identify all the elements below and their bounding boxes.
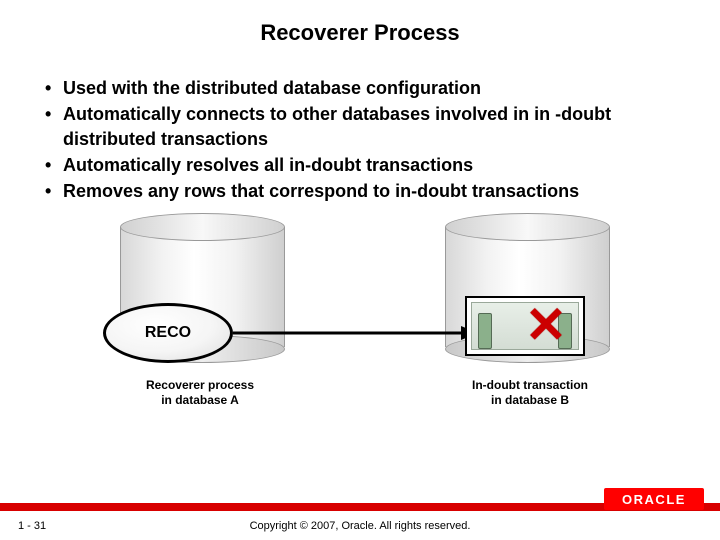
slide-title: Recoverer Process [0,0,720,76]
caption-database-b: In-doubt transaction in database B [440,378,620,407]
arrow-icon [233,323,478,343]
caption-line: Recoverer process [146,378,254,392]
bullet-item: Automatically connects to other database… [45,102,675,151]
reco-label: RECO [145,324,191,342]
caption-line: in database B [491,393,569,407]
bullet-item: Used with the distributed database confi… [45,76,675,100]
caption-line: in database A [161,393,239,407]
caption-database-a: Recoverer process in database A [110,378,290,407]
server-icon [478,313,492,349]
caption-line: In-doubt transaction [472,378,588,392]
logo-text: ORACLE [622,492,686,507]
slide-footer: ORACLE 1 - 31 Copyright © 2007, Oracle. … [0,506,720,540]
diagram: RECO ✕ Recoverer process in database A I… [45,213,675,423]
oracle-logo: ORACLE [604,488,704,510]
bullet-item: Automatically resolves all in-doubt tran… [45,153,675,177]
bullet-item: Removes any rows that correspond to in-d… [45,179,675,203]
failure-x-icon: ✕ [525,300,567,350]
bullet-list: Used with the distributed database confi… [45,76,675,203]
copyright-text: Copyright © 2007, Oracle. All rights res… [0,520,720,532]
slide-body: Used with the distributed database confi… [0,76,720,423]
in-doubt-transaction-box: ✕ [465,296,585,356]
